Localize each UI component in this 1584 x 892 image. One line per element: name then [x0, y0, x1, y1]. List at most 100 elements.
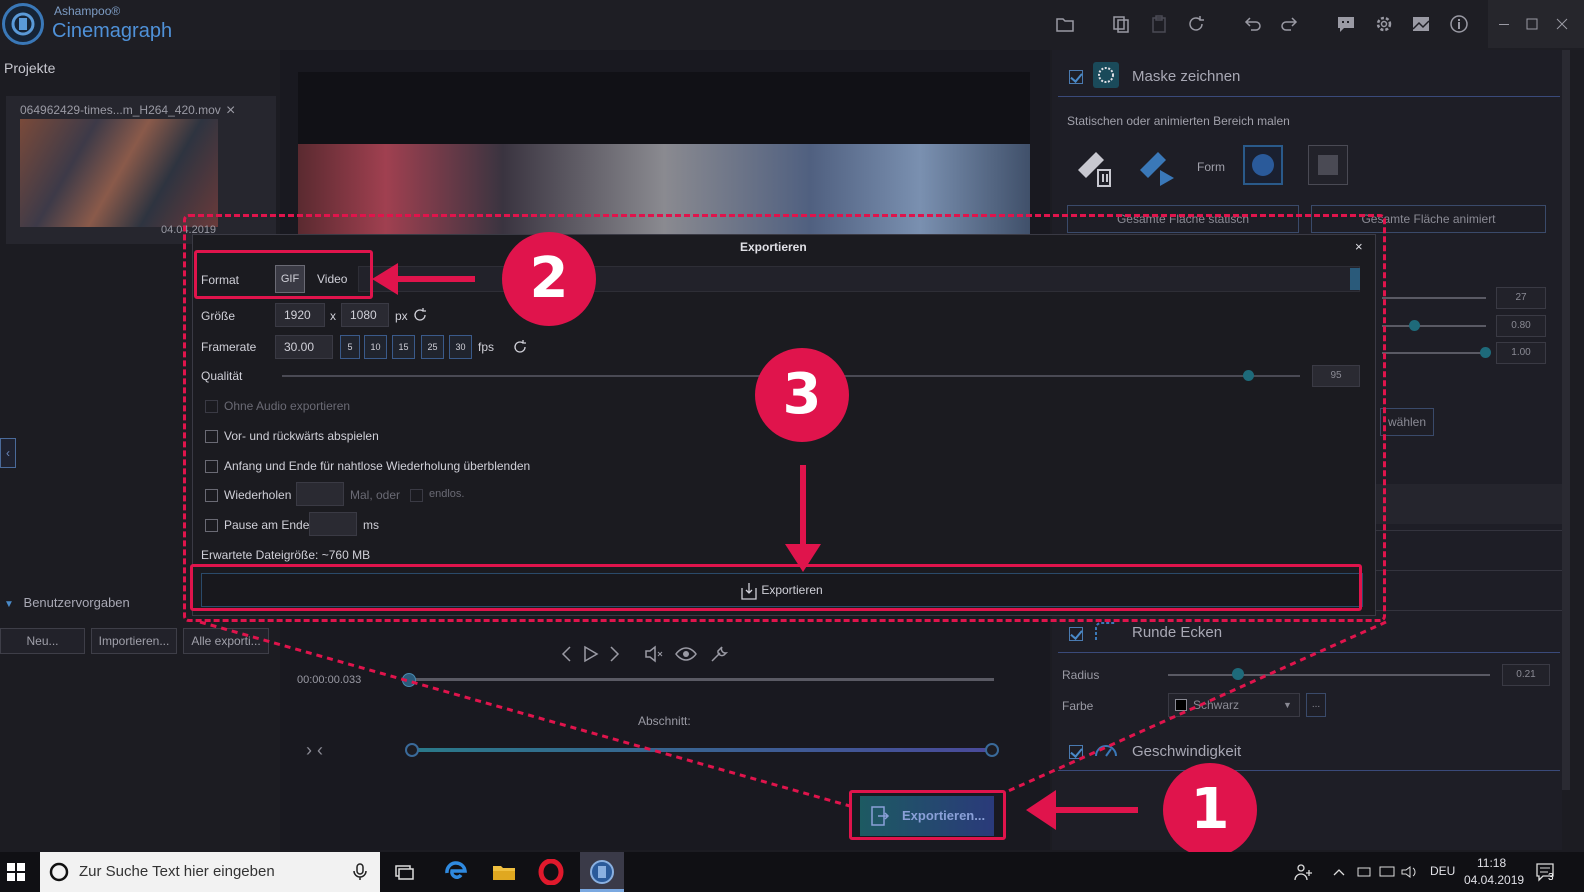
undo-icon[interactable]: [1241, 13, 1263, 35]
app-logo-icon: [2, 3, 44, 45]
preset-new-button[interactable]: Neu...: [0, 628, 85, 654]
step-badge-3: 3: [755, 348, 849, 442]
chevron-down-icon: ▼: [1283, 700, 1292, 710]
paste-icon[interactable]: [1148, 13, 1170, 35]
shape-square-button[interactable]: [1308, 145, 1348, 185]
projects-title: Projekte: [4, 60, 56, 76]
next-icon[interactable]: [603, 643, 625, 665]
reset-icon[interactable]: [1185, 13, 1207, 35]
radius-slider-knob[interactable]: [1232, 668, 1244, 680]
preset-export-all-button[interactable]: Alle exporti...: [183, 628, 269, 654]
copy-icon[interactable]: [1110, 13, 1132, 35]
redo-icon[interactable]: [1279, 13, 1301, 35]
gear-icon[interactable]: [1373, 13, 1395, 35]
settings-scrollbar[interactable]: [1562, 50, 1570, 790]
previous-icon[interactable]: [556, 643, 578, 665]
value-box-3[interactable]: 1.00: [1496, 342, 1546, 364]
mask-section-title: Maske zeichnen: [1132, 68, 1241, 85]
windows-start-icon[interactable]: [6, 862, 26, 882]
cortana-icon[interactable]: [48, 861, 70, 883]
task-view-icon[interactable]: [393, 862, 415, 882]
people-icon[interactable]: [1293, 862, 1315, 882]
brush-static-icon[interactable]: [1068, 140, 1118, 190]
form-label: Form: [1197, 160, 1225, 174]
search-placeholder: Zur Suche Text hier eingeben: [79, 863, 275, 880]
rounded-corners-checkbox[interactable]: [1069, 627, 1083, 641]
value-box-2[interactable]: 0.80: [1496, 315, 1546, 337]
input-language[interactable]: DEU: [1430, 864, 1455, 878]
brand-small: Ashampoo®: [54, 4, 121, 18]
choose-button[interactable]: wählen: [1380, 408, 1434, 436]
format-highlight-box: [194, 250, 373, 299]
section-label: Abschnitt:: [638, 714, 691, 728]
system-tray-icons[interactable]: [1330, 862, 1426, 882]
wrench-icon[interactable]: [708, 643, 730, 665]
shape-circle-button[interactable]: [1243, 145, 1283, 185]
project-name: 064962429-times...m_H264_420.mov: [20, 103, 221, 117]
notification-center-icon[interactable]: 3: [1534, 860, 1560, 886]
clock-date[interactable]: 04.04.2019: [1464, 873, 1524, 887]
play-icon[interactable]: [580, 643, 602, 665]
cinemagraph-taskbar-button[interactable]: [580, 852, 624, 892]
eye-icon[interactable]: [675, 643, 697, 665]
radius-label: Radius: [1062, 668, 1100, 682]
color-select[interactable]: Schwarz ▼: [1168, 693, 1300, 717]
project-close-icon[interactable]: ×: [226, 102, 235, 120]
mute-icon[interactable]: [643, 643, 665, 665]
image-icon[interactable]: [1410, 13, 1432, 35]
current-time: 00:00:00.033: [297, 674, 362, 686]
export-button-highlight-box: [190, 564, 1362, 611]
presets-section-header[interactable]: ▼ Benutzervorgaben: [4, 595, 130, 610]
slider-track-3[interactable]: [1382, 352, 1486, 354]
section-end-handle[interactable]: [985, 743, 999, 757]
collapse-left-panel-button[interactable]: ‹: [0, 438, 16, 468]
window-controls: [1488, 0, 1584, 48]
section-nav-arrows[interactable]: › ‹: [306, 740, 323, 761]
clock-time[interactable]: 11:18: [1477, 856, 1506, 870]
color-swatch: [1175, 699, 1187, 711]
step-badge-2: 2: [502, 232, 596, 326]
microphone-icon[interactable]: [351, 862, 369, 882]
app-title: Cinemagraph: [52, 20, 173, 42]
notification-count: 3: [1548, 872, 1554, 883]
section-divider: [1058, 96, 1560, 97]
timeline-track[interactable]: [410, 678, 994, 681]
mask-subtitle: Statischen oder animierten Bereich malen: [1067, 114, 1290, 128]
section-start-handle[interactable]: [405, 743, 419, 757]
brush-animated-icon[interactable]: [1132, 140, 1182, 190]
color-more-button[interactable]: ...: [1306, 693, 1326, 717]
radius-slider[interactable]: [1168, 674, 1490, 676]
mask-checkbox[interactable]: [1069, 70, 1083, 84]
section-range-track[interactable]: [412, 748, 992, 752]
opera-icon[interactable]: [538, 859, 564, 885]
timeline-playhead[interactable]: [402, 673, 416, 687]
project-thumbnail[interactable]: [20, 119, 218, 227]
speed-title: Geschwindigkeit: [1132, 743, 1242, 760]
close-icon[interactable]: [1552, 14, 1572, 34]
edge-icon[interactable]: [443, 859, 469, 885]
triangle-down-icon: ▼: [4, 599, 14, 610]
rounded-corners-title: Runde Ecken: [1132, 624, 1223, 641]
slider-track-2[interactable]: [1382, 325, 1486, 327]
file-explorer-icon[interactable]: [491, 860, 517, 884]
speed-checkbox[interactable]: [1069, 745, 1083, 759]
speedometer-icon: [1093, 738, 1119, 762]
slider-knob-3[interactable]: [1480, 347, 1491, 358]
value-box-1[interactable]: 27: [1496, 287, 1546, 309]
export-main-highlight-box: [849, 790, 1006, 840]
feedback-icon[interactable]: [1335, 13, 1357, 35]
radius-value[interactable]: 0.21: [1502, 664, 1550, 686]
maximize-icon[interactable]: [1522, 14, 1542, 34]
section-divider: [1058, 652, 1560, 653]
step-badge-1: 1: [1163, 763, 1257, 857]
rounded-corners-icon: [1093, 620, 1119, 644]
preset-import-button[interactable]: Importieren...: [91, 628, 177, 654]
minimize-icon[interactable]: [1494, 14, 1514, 34]
color-select-value: Schwarz: [1193, 698, 1240, 712]
mask-icon: [1093, 62, 1119, 88]
slider-knob-2[interactable]: [1409, 320, 1420, 331]
folder-icon[interactable]: [1054, 13, 1076, 35]
color-label: Farbe: [1062, 699, 1094, 713]
info-icon[interactable]: [1448, 13, 1470, 35]
slider-track-1[interactable]: [1382, 297, 1486, 299]
